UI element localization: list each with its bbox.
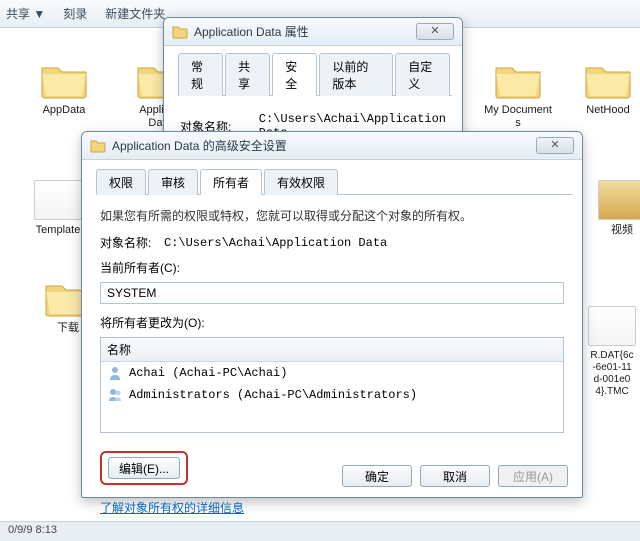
tab-owner[interactable]: 所有者	[200, 169, 262, 195]
folder-label: NetHood	[572, 104, 640, 117]
titlebar[interactable]: Application Data 属性 ✕	[164, 18, 462, 46]
tab-permissions[interactable]: 权限	[96, 169, 146, 195]
owner-list[interactable]: 名称 Achai (Achai-PC\Achai) Administrators…	[100, 337, 564, 433]
folder-icon	[494, 62, 542, 100]
close-icon[interactable]: ✕	[416, 23, 454, 40]
folder-my-documents[interactable]: My Documents	[482, 62, 554, 130]
tab-customize[interactable]: 自定义	[395, 53, 450, 96]
toolbar-share[interactable]: 共享 ▼	[6, 5, 45, 22]
cancel-button[interactable]: 取消	[420, 465, 490, 487]
close-icon[interactable]: ✕	[536, 137, 574, 154]
folder-icon	[90, 139, 106, 153]
column-name[interactable]: 名称	[101, 338, 563, 362]
status-time: 0/9/9 8:13	[8, 524, 57, 536]
apply-button: 应用(A)	[498, 465, 568, 487]
folder-nethood[interactable]: NetHood	[572, 62, 640, 117]
properties-tabs: 常规 共享 安全 以前的版本 自定义	[178, 52, 452, 96]
video-thumb-icon	[598, 180, 640, 220]
object-name-label: 对象名称:	[100, 234, 164, 251]
window-title: Application Data 属性	[194, 23, 416, 40]
owner-achai[interactable]: Achai (Achai-PC\Achai)	[101, 362, 563, 384]
tab-security[interactable]: 安全	[272, 53, 317, 96]
tab-sharing[interactable]: 共享	[225, 53, 270, 96]
owner-hint: 如果您有所需的权限或特权，您就可以取得或分配这个对象的所有权。	[100, 207, 564, 224]
file-icon	[34, 180, 82, 220]
tab-auditing[interactable]: 审核	[148, 169, 198, 195]
folder-appdata[interactable]: AppData	[28, 62, 100, 117]
owner-name: Achai (Achai-PC\Achai)	[129, 366, 287, 380]
titlebar[interactable]: Application Data 的高级安全设置 ✕	[82, 132, 582, 160]
tab-effective-permissions[interactable]: 有效权限	[264, 169, 338, 195]
edit-button-highlight: 编辑(E)...	[100, 451, 188, 485]
toolbar-new-folder[interactable]: 新建文件夹	[105, 5, 165, 22]
current-owner-label: 当前所有者(C):	[100, 259, 180, 276]
current-owner-field	[100, 282, 564, 304]
learn-more-link[interactable]: 了解对象所有权的详细信息	[100, 501, 244, 515]
window-title: Application Data 的高级安全设置	[112, 137, 536, 154]
advanced-tabs: 权限 审核 所有者 有效权限	[96, 168, 572, 195]
folder-icon	[172, 25, 188, 39]
folder-icon	[40, 62, 88, 100]
edit-button[interactable]: 编辑(E)...	[108, 457, 180, 479]
advanced-security-window: Application Data 的高级安全设置 ✕ 权限 审核 所有者 有效权…	[81, 131, 583, 498]
folder-label: R.DAT{6c -6e01-11 d-001e0 4}.TMC	[576, 350, 640, 398]
status-bar: 0/9/9 8:13	[0, 521, 640, 541]
folder-icon	[584, 62, 632, 100]
file-rdat[interactable]: R.DAT{6c -6e01-11 d-001e0 4}.TMC	[576, 306, 640, 398]
ok-button[interactable]: 确定	[342, 465, 412, 487]
file-icon	[588, 306, 636, 346]
folder-label: 视频	[586, 224, 640, 237]
folder-videos[interactable]: 视频	[586, 180, 640, 237]
tab-previous-versions[interactable]: 以前的版本	[319, 53, 393, 96]
folder-label: My Documents	[482, 104, 554, 130]
object-name-value: C:\Users\Achai\Application Data	[164, 236, 564, 250]
folder-label: AppData	[28, 104, 100, 117]
toolbar-record[interactable]: 刻录	[63, 5, 87, 22]
tab-general[interactable]: 常规	[178, 53, 223, 96]
user-icon	[107, 365, 123, 381]
owner-administrators[interactable]: Administrators (Achai-PC\Administrators)	[101, 384, 563, 406]
group-icon	[107, 387, 123, 403]
change-owner-label: 将所有者更改为(O):	[100, 314, 205, 331]
owner-name: Administrators (Achai-PC\Administrators)	[129, 388, 417, 402]
dialog-buttons: 确定 取消 应用(A)	[342, 465, 568, 487]
